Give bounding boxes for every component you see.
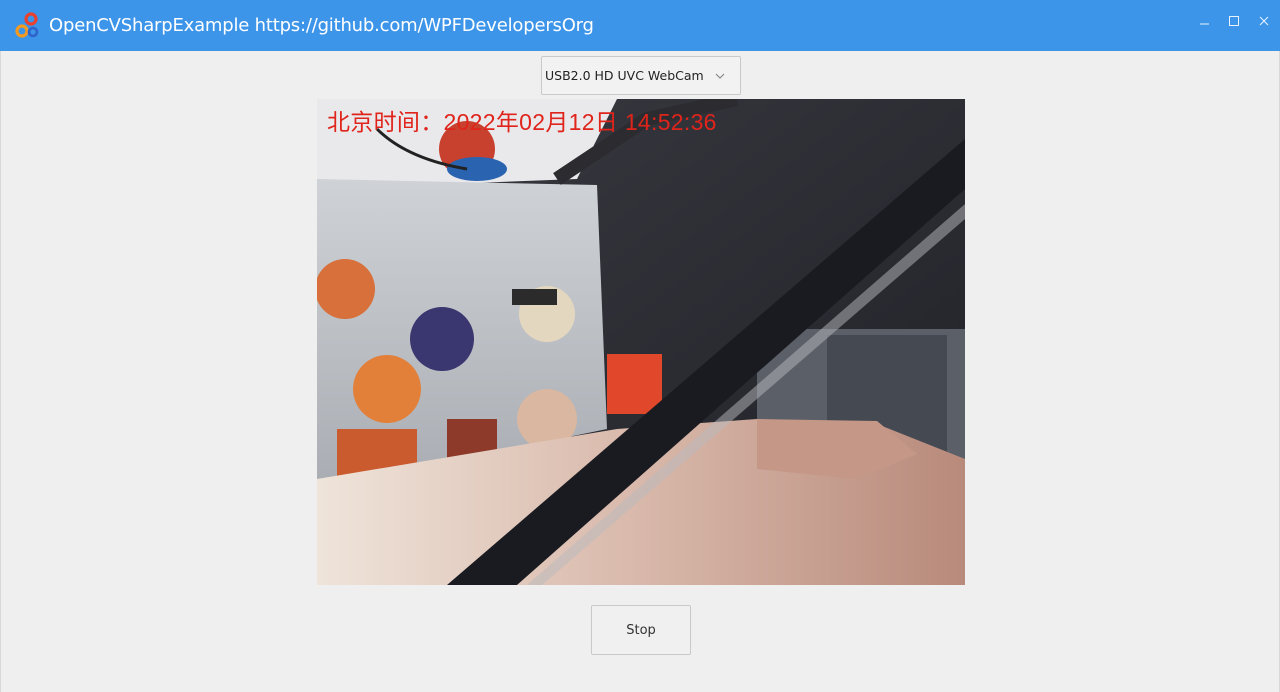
stop-button[interactable]: Stop xyxy=(591,605,691,655)
main-content: USB2.0 HD UVC WebCam 北京时间：2022年02月12日 14… xyxy=(0,51,1280,692)
minimize-icon[interactable] xyxy=(1196,12,1214,30)
window-title: OpenCVSharpExample https://github.com/WP… xyxy=(49,15,594,36)
title-bar: OpenCVSharpExample https://github.com/WP… xyxy=(0,0,1280,51)
camera-select-value: USB2.0 HD UVC WebCam xyxy=(545,68,704,83)
maximize-icon[interactable] xyxy=(1225,12,1243,30)
camera-select[interactable]: USB2.0 HD UVC WebCam xyxy=(541,56,741,95)
close-icon[interactable] xyxy=(1255,12,1273,30)
opencv-logo-icon xyxy=(14,11,40,41)
timestamp-overlay: 北京时间：2022年02月12日 14:52:36 xyxy=(327,109,717,135)
chevron-down-icon xyxy=(714,70,726,82)
webcam-video-frame: 北京时间：2022年02月12日 14:52:36 xyxy=(317,99,965,585)
webcam-image xyxy=(317,99,965,585)
